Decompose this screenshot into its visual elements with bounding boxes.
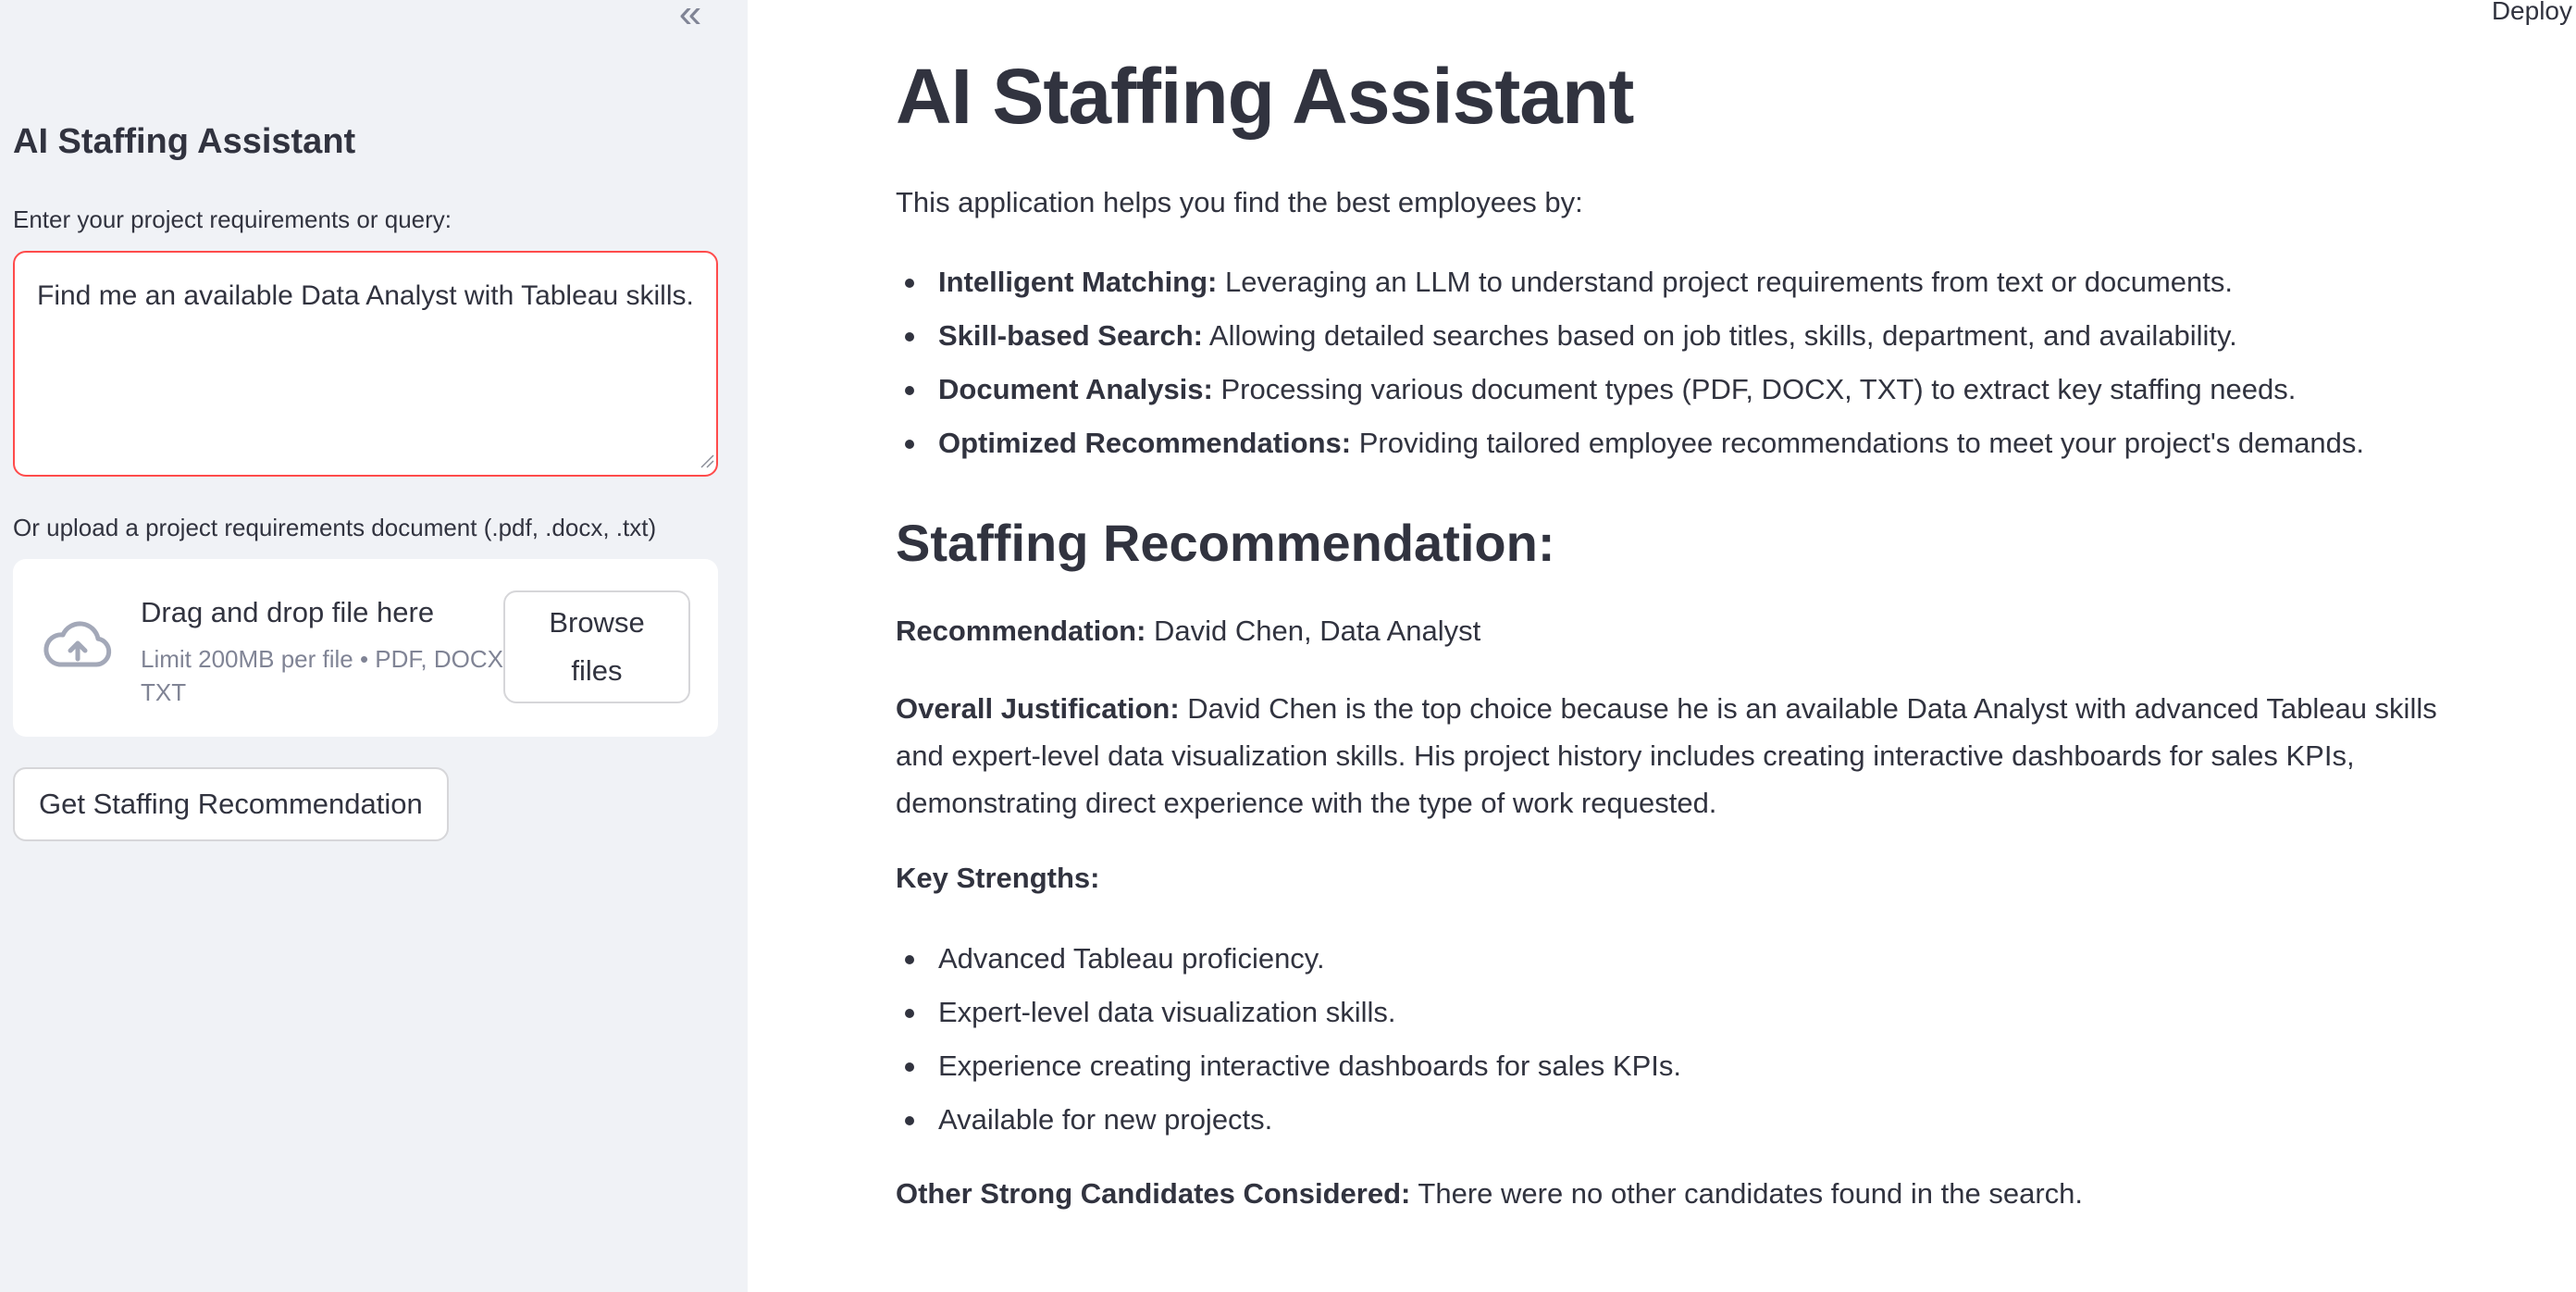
app-root: « AI Staffing Assistant Enter your proje… [0,0,2576,1292]
feature-list: Intelligent Matching: Leveraging an LLM … [896,255,2364,470]
list-item: Intelligent Matching: Leveraging an LLM … [896,255,2364,309]
justification-text: Overall Justification: David Chen is the… [896,692,2437,819]
strengths-list: Advanced Tableau proficiency. Expert-lev… [896,932,1681,1147]
list-item: Optimized Recommendations: Providing tai… [896,416,2364,470]
dropzone-limit: Limit 200MB per file • PDF, DOCX, TXT [141,645,511,706]
cloud-upload-icon [43,621,112,667]
main-content: Deploy AI Staffing Assistant This applic… [748,0,2576,1292]
query-label: Enter your project requirements or query… [13,205,452,233]
query-input[interactable] [13,251,718,477]
sidebar-title: AI Staffing Assistant [13,122,356,161]
list-item: Available for new projects. [896,1093,1681,1147]
double-chevron-left-icon: « [678,0,702,36]
deploy-button[interactable]: Deploy [2492,0,2572,26]
list-item: Experience creating interactive dashboar… [896,1039,1681,1093]
upload-label: Or upload a project requirements documen… [13,514,657,541]
list-item: Document Analysis: Processing various do… [896,363,2364,416]
recommendation-text: Recommendation: David Chen, Data Analyst [896,615,1481,647]
page-title: AI Staffing Assistant [896,53,1634,140]
strengths-label: Key Strengths: [896,862,1100,894]
browse-files-button[interactable]: Browse files [503,590,690,703]
other-candidates-text: Other Strong Candidates Considered: Ther… [896,1177,2084,1210]
file-dropzone[interactable]: Drag and drop file here Limit 200MB per … [13,559,718,737]
list-item: Expert-level data visualization skills. [896,986,1681,1039]
sidebar: « AI Staffing Assistant Enter your proje… [0,0,748,1292]
intro-text: This application helps you find the best… [896,186,1583,218]
list-item: Skill-based Search: Allowing detailed se… [896,309,2364,363]
browse-files-label: Browse files [549,606,645,687]
dropzone-title: Drag and drop file here [141,596,435,628]
collapse-sidebar-button[interactable]: « [670,0,711,34]
result-heading: Staffing Recommendation: [896,514,1555,572]
resize-handle-icon[interactable] [700,453,714,468]
list-item: Advanced Tableau proficiency. [896,932,1681,986]
get-recommendation-button[interactable]: Get Staffing Recommendation [13,767,449,841]
